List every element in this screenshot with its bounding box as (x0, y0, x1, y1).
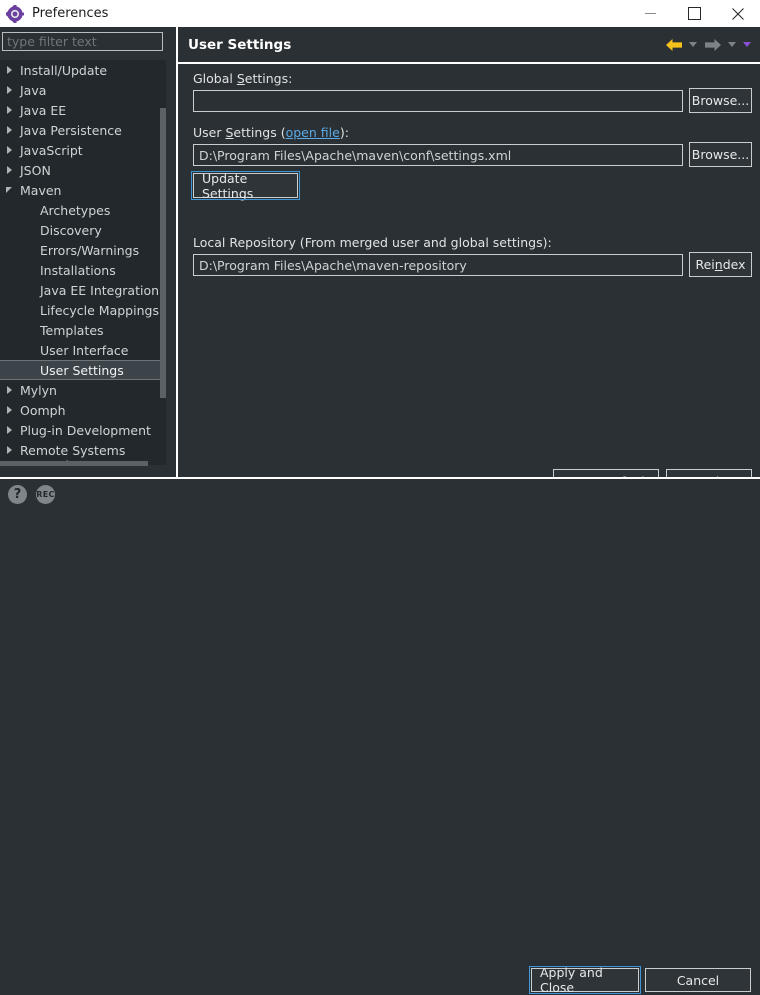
settings-form: Global Settings: Browse... User Settings… (178, 63, 760, 477)
sidebar-item-label: Installations (40, 263, 116, 278)
sidebar-item-errors-warnings[interactable]: Errors/Warnings (0, 240, 166, 260)
view-menu-chevron-down-icon[interactable] (743, 41, 752, 48)
minimize-button[interactable] (628, 0, 672, 27)
window-controls (628, 0, 760, 27)
sidebar-item-user-settings[interactable]: User Settings (0, 360, 166, 380)
maximize-button[interactable] (672, 0, 716, 27)
sidebar-item-label: Maven (20, 183, 61, 198)
sidebar-item-label: User Settings (40, 363, 124, 378)
filter-input[interactable]: type filter text (2, 32, 163, 51)
sidebar-item-templates[interactable]: Templates (0, 320, 166, 340)
sidebar: type filter text Install/Update Java Java … (0, 27, 176, 479)
sidebar-item-java-ee[interactable]: Java EE (0, 100, 166, 120)
sidebar-item-label: Discovery (40, 223, 102, 238)
sidebar-item-label: Errors/Warnings (40, 243, 139, 258)
tree-vertical-scrollbar-thumb[interactable] (160, 108, 166, 398)
back-arrow-icon[interactable] (665, 38, 683, 52)
chevron-down-icon[interactable] (6, 186, 14, 194)
reindex-button[interactable]: Reindex (689, 252, 752, 277)
chevron-right-icon[interactable] (6, 66, 14, 74)
user-settings-input[interactable]: D:\Program Files\Apache\maven\conf\setti… (193, 144, 683, 166)
sidebar-item-label: Templates (40, 323, 104, 338)
sidebar-item-plug-in-development[interactable]: Plug-in Development (0, 420, 166, 440)
sidebar-item-java[interactable]: Java (0, 80, 166, 100)
sidebar-item-remote-systems[interactable]: Remote Systems (0, 440, 166, 460)
sidebar-item-label: JSON (20, 163, 51, 178)
preferences-dialog: Preferences type filter text Install/Upd… (0, 0, 760, 509)
sidebar-item-label: Java EE Integration (40, 283, 159, 298)
sidebar-item-archetypes[interactable]: Archetypes (0, 200, 166, 220)
cancel-button[interactable]: Cancel (645, 968, 751, 992)
preferences-tree[interactable]: Install/Update Java Java EE Java Persistenc… (0, 60, 166, 465)
chevron-right-icon[interactable] (6, 146, 14, 154)
window-title: Preferences (32, 6, 108, 21)
chevron-right-icon[interactable] (6, 166, 14, 174)
sidebar-item-label: Lifecycle Mappings (40, 303, 159, 318)
sidebar-item-lifecycle-mappings[interactable]: Lifecycle Mappings (0, 300, 166, 320)
chevron-right-icon[interactable] (6, 126, 14, 134)
sidebar-item-label: Java (20, 83, 46, 98)
global-settings-label: Global Settings: (193, 71, 292, 86)
sidebar-item-install-update[interactable]: Install/Update (0, 60, 166, 80)
title-bar: Preferences (0, 0, 760, 27)
chevron-right-icon[interactable] (6, 426, 14, 434)
sidebar-item-label: Remote Systems (20, 443, 125, 458)
sidebar-item-discovery[interactable]: Discovery (0, 220, 166, 240)
page-nav-icons (665, 38, 752, 52)
tree-vertical-scrollbar[interactable] (160, 60, 166, 465)
global-settings-browse-button[interactable]: Browse... (689, 88, 752, 113)
help-icon[interactable]: ? (8, 485, 27, 504)
page-title: User Settings (188, 37, 291, 53)
sidebar-item-label: JavaScript (20, 143, 83, 158)
sidebar-item-user-interface[interactable]: User Interface (0, 340, 166, 360)
global-settings-input[interactable] (193, 90, 683, 112)
chevron-right-icon[interactable] (6, 406, 14, 414)
sidebar-item-label: Plug-in Development (20, 423, 151, 438)
sidebar-item-label: Oomph (20, 403, 66, 418)
forward-arrow-icon[interactable] (704, 38, 722, 52)
apply-and-close-button[interactable]: Apply and Close (531, 968, 639, 992)
forward-history-chevron-down-icon[interactable] (728, 41, 737, 48)
sidebar-item-javascript[interactable]: JavaScript (0, 140, 166, 160)
update-settings-button[interactable]: Update Settings (193, 173, 298, 198)
sidebar-item-installations[interactable]: Installations (0, 260, 166, 280)
dialog-footer: ? REC Apply and Close Cancel (0, 479, 760, 509)
page-header: User Settings (178, 27, 760, 62)
sidebar-item-label: Mylyn (20, 383, 57, 398)
user-settings-browse-button[interactable]: Browse... (689, 142, 752, 167)
back-history-chevron-down-icon[interactable] (689, 41, 698, 48)
sidebar-item-java-ee-integration[interactable]: Java EE Integration (0, 280, 166, 300)
chevron-right-icon[interactable] (6, 106, 14, 114)
sidebar-item-mylyn[interactable]: Mylyn (0, 380, 166, 400)
sidebar-item-maven[interactable]: Maven (0, 180, 166, 200)
user-settings-label: User Settings (open file): (193, 125, 349, 140)
sidebar-item-oomph[interactable]: Oomph (0, 400, 166, 420)
sidebar-item-label: User Interface (40, 343, 128, 358)
sidebar-item-java-persistence[interactable]: Java Persistence (0, 120, 166, 140)
local-repository-label: Local Repository (From merged user and g… (193, 235, 552, 250)
settings-panel: User Settings Global Setting (178, 27, 760, 477)
tree-horizontal-scrollbar-thumb[interactable] (0, 461, 148, 466)
sidebar-item-label: Archetypes (40, 203, 110, 218)
chevron-right-icon[interactable] (6, 386, 14, 394)
header-separator (178, 62, 760, 64)
sidebar-item-label: Install/Update (20, 63, 107, 78)
sidebar-item-label: Java EE (20, 103, 66, 118)
rec-icon[interactable]: REC (36, 485, 55, 504)
open-file-link[interactable]: open file (286, 125, 340, 140)
chevron-right-icon[interactable] (6, 86, 14, 94)
sidebar-item-json[interactable]: JSON (0, 160, 166, 180)
local-repository-input[interactable]: D:\Program Files\Apache\maven-repository (193, 254, 683, 276)
tree-horizontal-scrollbar[interactable] (0, 461, 160, 466)
gear-icon (6, 5, 24, 23)
chevron-right-icon[interactable] (6, 446, 14, 454)
close-button[interactable] (716, 0, 760, 27)
sidebar-item-label: Java Persistence (20, 123, 122, 138)
